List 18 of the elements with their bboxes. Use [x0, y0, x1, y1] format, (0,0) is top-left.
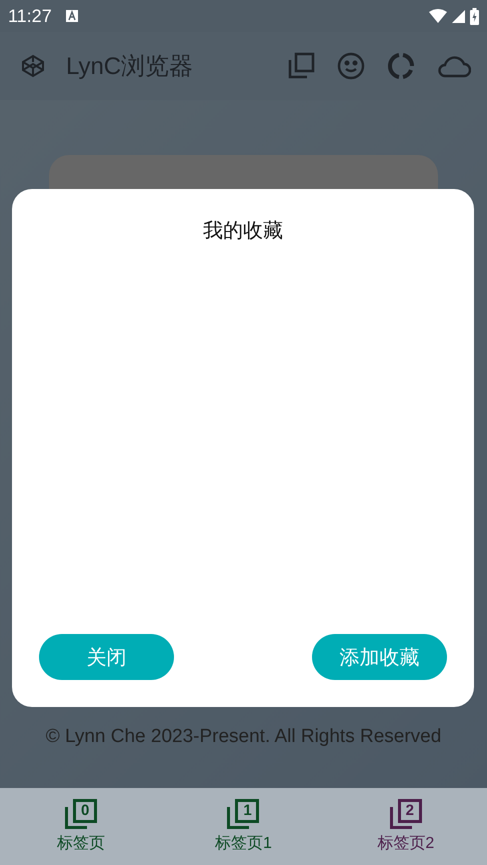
cloud-icon[interactable] — [437, 54, 471, 78]
dialog-title: 我的收藏 — [202, 219, 284, 244]
cube-icon[interactable] — [20, 53, 46, 79]
close-button[interactable]: 关闭 — [39, 634, 174, 680]
notification-icon — [66, 10, 78, 22]
battery-icon — [470, 8, 479, 24]
copy-icon[interactable] — [287, 52, 315, 80]
status-time: 11:27 — [8, 6, 52, 26]
bottom-tab[interactable]: 1 标签页1 — [162, 788, 325, 865]
loading-ring-icon[interactable] — [387, 52, 415, 80]
wifi-icon — [429, 9, 447, 23]
add-favorite-button[interactable]: 添加收藏 — [312, 634, 447, 680]
bottom-tab[interactable]: 0 标签页 — [0, 788, 162, 865]
app-title: LynC浏览器 — [66, 52, 194, 82]
signal-icon — [452, 10, 465, 22]
copyright-text: © Lynn Che 2023-Present. All Rights Reserved — [44, 726, 442, 748]
bottom-tab[interactable]: 2 标签页2 — [324, 788, 487, 865]
smiley-icon[interactable] — [337, 52, 365, 80]
